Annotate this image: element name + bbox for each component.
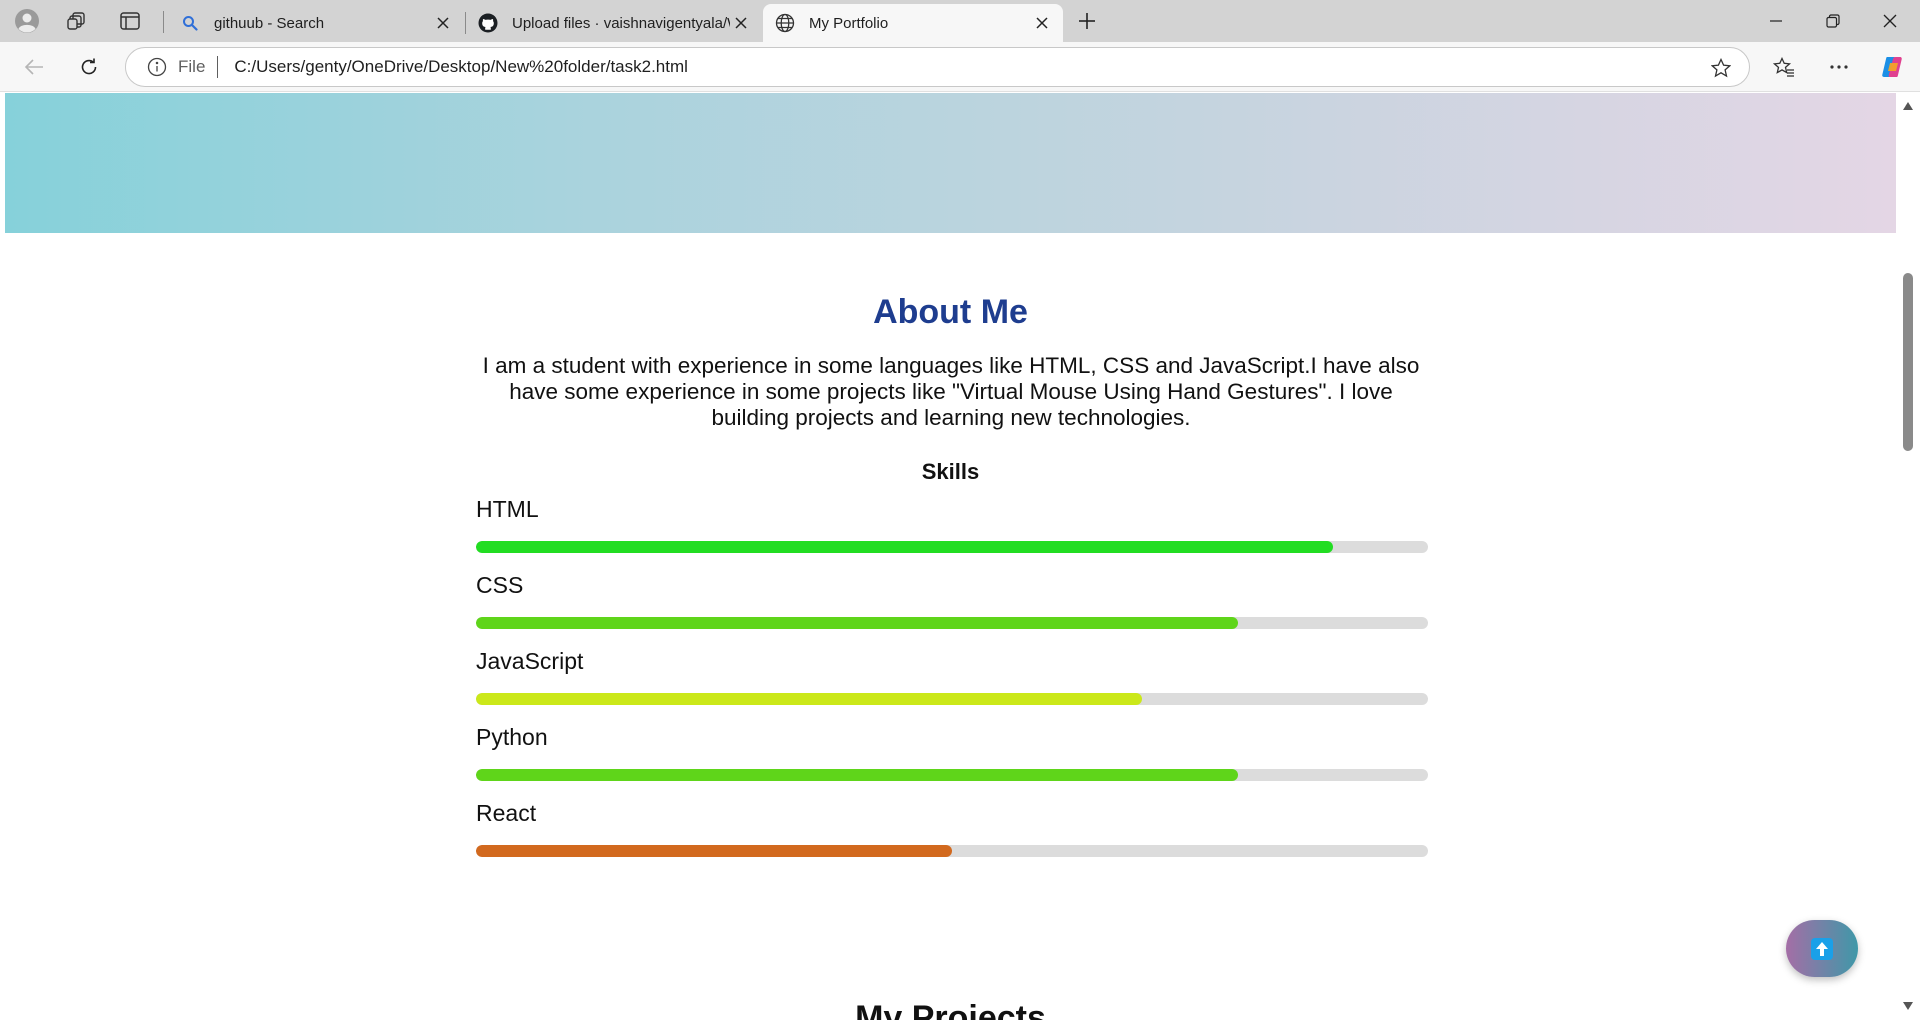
skill-name: Python — [476, 724, 548, 750]
tab-separator — [163, 11, 164, 33]
profile-icon[interactable] — [7, 7, 47, 35]
star-icon[interactable] — [1709, 56, 1733, 80]
skill-react: React — [476, 800, 1428, 876]
tab-search[interactable]: githuub - Search — [168, 4, 464, 42]
skill-name: HTML — [476, 496, 539, 522]
back-button[interactable] — [16, 51, 52, 83]
globe-icon — [775, 13, 795, 33]
copilot-icon[interactable] — [1874, 51, 1910, 83]
skill-progress-bar — [476, 845, 1428, 857]
skills-list: HTML CSS JavaScript Python React — [476, 496, 1428, 876]
info-icon[interactable] — [146, 56, 168, 78]
skill-name: JavaScript — [476, 648, 584, 674]
skill-progress-bar — [476, 541, 1428, 553]
tab-actions-icon[interactable] — [110, 7, 150, 35]
skill-progress-fill — [476, 693, 1143, 705]
skill-css: CSS — [476, 572, 1428, 648]
about-text: I am a student with experience in some l… — [482, 353, 1420, 430]
tab-title: My Portfolio — [809, 14, 889, 32]
close-tab-icon[interactable] — [1031, 12, 1053, 34]
scroll-to-top-button[interactable] — [1786, 920, 1858, 977]
skill-progress-bar — [476, 769, 1428, 781]
url-text[interactable]: C:/Users/genty/OneDrive/Desktop/New%20fo… — [234, 57, 688, 77]
skill-python: Python — [476, 724, 1428, 800]
projects-title: My Projects — [855, 999, 1046, 1020]
scroll-down-arrow-icon[interactable] — [1901, 999, 1915, 1013]
skill-progress-fill — [476, 541, 1333, 553]
skill-progress-fill — [476, 769, 1238, 781]
search-icon — [180, 13, 200, 33]
arrow-up-icon — [1811, 937, 1833, 960]
scroll-up-arrow-icon[interactable] — [1901, 99, 1915, 113]
skill-javascript: JavaScript — [476, 648, 1428, 724]
browser-toolbar: File C:/Users/genty/OneDrive/Desktop/New… — [0, 42, 1920, 92]
scrollbar-thumb[interactable] — [1903, 273, 1913, 451]
page-viewport: About Me I am a student with experience … — [5, 93, 1896, 1020]
tab-title: githuub - Search — [214, 14, 325, 32]
tab-title: Upload files · vaishnavigentyala/W — [512, 14, 730, 32]
about-title: About Me — [873, 293, 1028, 331]
tab-upload-files[interactable]: Upload files · vaishnavigentyala/W — [466, 4, 762, 42]
tab-my-portfolio[interactable]: My Portfolio — [763, 4, 1063, 42]
close-tab-icon[interactable] — [432, 12, 454, 34]
workspaces-icon[interactable] — [57, 7, 97, 35]
hero-banner — [5, 93, 1896, 233]
minimize-button[interactable] — [1748, 0, 1804, 42]
restore-button[interactable] — [1805, 0, 1861, 42]
favorites-icon[interactable] — [1766, 51, 1802, 83]
scheme-label: File — [178, 57, 206, 76]
skills-title: Skills — [921, 459, 980, 484]
skill-html: HTML — [476, 496, 1428, 572]
address-divider — [217, 56, 219, 78]
close-tab-icon[interactable] — [730, 12, 752, 34]
close-window-button[interactable] — [1862, 0, 1918, 42]
skill-progress-fill — [476, 617, 1238, 629]
new-tab-button[interactable] — [1068, 7, 1106, 35]
skill-name: React — [476, 800, 537, 826]
skill-progress-bar — [476, 693, 1428, 705]
tab-strip: githuub - Search Upload files · vaishnav… — [0, 0, 1920, 42]
github-icon — [478, 13, 498, 33]
skill-progress-fill — [476, 845, 952, 857]
more-options-icon[interactable] — [1821, 51, 1857, 83]
refresh-button[interactable] — [71, 51, 107, 83]
skill-name: CSS — [476, 572, 524, 598]
address-bar[interactable]: File C:/Users/genty/OneDrive/Desktop/New… — [125, 47, 1750, 87]
skill-progress-bar — [476, 617, 1428, 629]
vertical-scrollbar[interactable] — [1896, 93, 1920, 1020]
